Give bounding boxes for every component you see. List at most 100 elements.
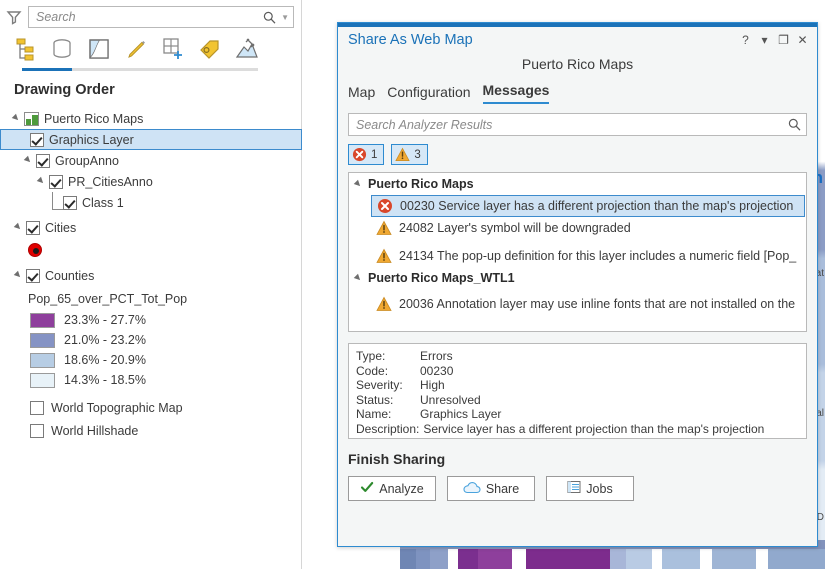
detail-row-severity: Severity: High (356, 378, 799, 393)
share-button-label: Share (485, 481, 520, 496)
list-by-labeling-icon[interactable] (197, 36, 223, 62)
detail-value: Errors (420, 349, 453, 363)
message-row[interactable]: 00230 Service layer has a different proj… (371, 195, 805, 217)
error-filter-badge[interactable]: 1 (348, 144, 385, 165)
analyzer-message-list[interactable]: Puerto Rico Maps 00230 Service layer has… (348, 172, 807, 332)
layer-visibility-checkbox[interactable] (30, 400, 44, 415)
warning-count: 3 (414, 148, 421, 161)
tree-item-puerto-rico-maps[interactable]: Puerto Rico Maps (0, 108, 302, 129)
expand-triangle-icon[interactable] (24, 156, 33, 165)
legend-swatch (30, 332, 55, 348)
error-count: 1 (371, 148, 378, 161)
detail-row-type: Type: Errors (356, 349, 799, 364)
contents-search-row: Search ▼ (0, 5, 302, 29)
help-button[interactable]: ? (737, 32, 754, 49)
tree-item-world-hillshade[interactable]: World Hillshade (0, 419, 302, 442)
chevron-down-icon[interactable]: ▼ (281, 13, 289, 22)
tab-map[interactable]: Map (348, 84, 375, 104)
message-text: 24134 The pop-up definition for this lay… (399, 249, 797, 263)
detail-key: Status: (356, 392, 394, 407)
list-by-selection-icon[interactable] (86, 36, 112, 62)
warning-icon (395, 147, 411, 161)
dialog-title: Share As Web Map (348, 32, 473, 48)
funnel-icon[interactable] (6, 9, 22, 25)
layer-visibility-checkbox[interactable] (26, 220, 40, 235)
dialog-title-bar[interactable]: Share As Web Map ? ▾ ❐ ✕ (338, 27, 817, 53)
tree-item-label: Graphics Layer (49, 132, 134, 147)
analyzer-search-input[interactable]: Search Analyzer Results (348, 113, 807, 136)
tree-item-label: World Topographic Map (51, 400, 183, 415)
expand-triangle-icon[interactable] (354, 274, 363, 283)
toolbar-active-indicator (22, 68, 72, 71)
detail-row-code: Code: 00230 (356, 364, 799, 379)
search-icon[interactable] (263, 11, 276, 24)
message-filter-badges: 1 3 (348, 144, 817, 165)
legend-item: 21.0% - 23.2% (0, 330, 302, 350)
search-icon[interactable] (788, 118, 801, 131)
message-group-header[interactable]: Puerto Rico Maps (349, 173, 806, 195)
message-details-panel: Type: Errors Code: 00230 Severity: High … (348, 343, 807, 439)
tree-item-label: World Hillshade (51, 423, 139, 438)
detail-key: Type: (356, 349, 386, 363)
legend-swatch (30, 312, 55, 328)
tree-item-groupanno[interactable]: GroupAnno (0, 150, 302, 171)
dialog-tabs: Map Configuration Messages (338, 78, 817, 104)
detail-key: Code: (356, 363, 389, 378)
finish-sharing-label: Finish Sharing (348, 451, 446, 467)
map-choropleth-bottom (400, 549, 825, 569)
detail-key: Severity: (356, 378, 403, 393)
expand-triangle-icon[interactable] (14, 223, 23, 232)
tree-item-world-topographic-map[interactable]: World Topographic Map (0, 396, 302, 419)
detail-row-name: Name: Graphics Layer (356, 407, 799, 422)
tree-item-class-1[interactable]: Class 1 (0, 192, 302, 213)
list-by-charts-icon[interactable] (234, 36, 260, 62)
share-as-web-map-dialog: Share As Web Map ? ▾ ❐ ✕ Puerto Rico Map… (337, 22, 818, 547)
detail-row-description: Description: Service layer has a differe… (356, 422, 799, 437)
layer-visibility-checkbox[interactable] (30, 132, 44, 147)
message-text: 20036 Annotation layer may use inline fo… (399, 297, 796, 311)
expand-triangle-icon[interactable] (14, 271, 23, 280)
layer-visibility-checkbox[interactable] (49, 174, 63, 189)
expand-triangle-icon[interactable] (12, 114, 21, 123)
detail-value: Service layer has a different projection… (423, 421, 765, 436)
jobs-button[interactable]: Jobs (546, 476, 634, 501)
tree-item-graphics-layer[interactable]: Graphics Layer (0, 129, 302, 150)
share-button[interactable]: Share (447, 476, 535, 501)
layer-visibility-checkbox[interactable] (30, 423, 44, 438)
layer-visibility-checkbox[interactable] (26, 268, 40, 283)
list-by-data-source-icon[interactable] (49, 36, 75, 62)
message-row[interactable]: 24082 Layer's symbol will be downgraded (371, 217, 806, 239)
tree-item-label: GroupAnno (55, 153, 119, 168)
message-row[interactable]: 20036 Annotation layer may use inline fo… (371, 293, 806, 315)
tab-messages[interactable]: Messages (482, 82, 550, 104)
contents-panel: Search ▼ Drawing Order Puerto Rico Maps … (0, 0, 302, 569)
message-row[interactable]: 24134 The pop-up definition for this lay… (371, 245, 806, 267)
error-icon (377, 198, 393, 214)
menu-dropdown-button[interactable]: ▾ (756, 32, 773, 49)
layer-visibility-checkbox[interactable] (36, 153, 50, 168)
tab-configuration[interactable]: Configuration (387, 84, 470, 104)
legend-swatch (30, 352, 55, 368)
search-placeholder: Search (36, 10, 76, 24)
layer-visibility-checkbox[interactable] (63, 195, 77, 210)
list-by-snapping-icon[interactable] (160, 36, 186, 62)
search-input[interactable]: Search ▼ (28, 6, 294, 28)
maximize-button[interactable]: ❐ (775, 32, 792, 49)
analyze-button[interactable]: Analyze (348, 476, 436, 501)
detail-value: Unresolved (420, 392, 481, 407)
tree-item-label: Puerto Rico Maps (44, 111, 144, 126)
tree-item-cities[interactable]: Cities (0, 217, 302, 238)
message-group-header[interactable]: Puerto Rico Maps_WTL1 (349, 267, 806, 289)
list-by-editing-icon[interactable] (123, 36, 149, 62)
close-button[interactable]: ✕ (794, 32, 811, 49)
tree-item-pr-citiesanno[interactable]: PR_CitiesAnno (0, 171, 302, 192)
contents-toolbar (12, 34, 258, 64)
warning-filter-badge[interactable]: 3 (391, 144, 428, 165)
tree-item-counties[interactable]: Counties (0, 265, 302, 286)
legend-label: 18.6% - 20.9% (64, 353, 146, 367)
list-by-drawing-order-icon[interactable] (12, 36, 38, 62)
expand-triangle-icon[interactable] (354, 180, 363, 189)
layer-tree: Puerto Rico Maps Graphics Layer GroupAnn… (0, 108, 302, 442)
expand-triangle-icon[interactable] (37, 177, 46, 186)
legend-item: 18.6% - 20.9% (0, 350, 302, 370)
